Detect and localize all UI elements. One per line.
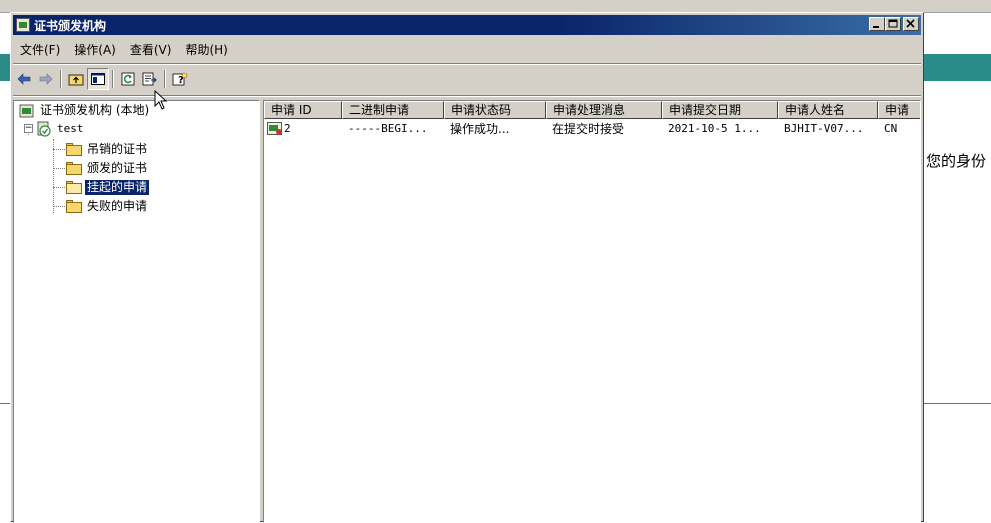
table-row[interactable]: 2 -----BEGI... 操作成功... 在提交时接受 2021-10-5 … (264, 120, 920, 137)
cell-submitted-date: 2021-10-5 1... (668, 122, 761, 135)
certificate-authority-window: 证书颁发机构 文件(F) 操作(A) 查看(V) 帮助(H) ? 证书颁发机构 … (10, 12, 924, 523)
tree-item-label: test (57, 122, 84, 135)
maximize-button[interactable] (885, 17, 901, 31)
cell-request-id: 2 (264, 121, 342, 136)
menu-help[interactable]: 帮助(H) (178, 41, 234, 58)
ca-server-icon (36, 121, 52, 137)
tree-root[interactable]: 证书颁发机构 (本地) (19, 102, 151, 119)
folder-icon (66, 143, 82, 156)
app-icon (16, 18, 30, 32)
refresh-icon[interactable] (117, 68, 139, 90)
tree-item-pending[interactable]: 挂起的申请 (66, 179, 150, 196)
cell-binary-request: -----BEGI... (348, 122, 428, 135)
toolbar-divider (13, 95, 921, 97)
tree-item-failed[interactable]: 失败的申请 (66, 198, 149, 215)
column-header-disposition-message[interactable]: 申请处理消息 (546, 101, 662, 119)
tree-item-test[interactable]: − test (24, 120, 86, 137)
menu-action[interactable]: 操作(A) (67, 41, 123, 58)
help-icon[interactable]: ? (169, 68, 191, 90)
tree-item-label: 失败的申请 (87, 199, 148, 213)
mouse-cursor-icon (154, 90, 168, 110)
column-header-binary-request[interactable]: 二进制申请 (342, 101, 444, 119)
menu-view[interactable]: 查看(V) (123, 41, 179, 58)
toolbar: ? (13, 66, 191, 92)
tree-root-label: 证书颁发机构 (本地) (40, 103, 150, 117)
cell-requester-name: BJHIT-V07... (784, 122, 864, 135)
page-banner-left (0, 54, 10, 81)
collapse-toggle[interactable]: − (24, 124, 33, 133)
cell-disposition-message: 在提交时接受 (552, 122, 625, 136)
tree-connector (53, 206, 65, 207)
tree-connector (53, 149, 65, 150)
list-pane: 申请 ID 二进制申请 申请状态码 申请处理消息 申请提交日期 申请人姓名 申请… (263, 100, 921, 523)
toolbar-separator (164, 70, 166, 88)
back-arrow-icon[interactable] (13, 68, 35, 90)
toolbar-separator (112, 70, 114, 88)
pending-request-icon (267, 121, 283, 136)
title-bar[interactable]: 证书颁发机构 (13, 15, 921, 35)
export-list-icon[interactable] (139, 68, 161, 90)
column-header-status-code[interactable]: 申请状态码 (444, 101, 546, 119)
column-header-submitted-date[interactable]: 申请提交日期 (662, 101, 778, 119)
folder-icon (66, 200, 82, 213)
menu-separator (13, 63, 921, 65)
tree-item-label: 颁发的证书 (87, 161, 148, 175)
menu-file[interactable]: 文件(F) (13, 41, 67, 58)
cell-request-extra: CN (884, 122, 898, 135)
page-banner-right (924, 54, 991, 81)
tree-item-issued[interactable]: 颁发的证书 (66, 160, 149, 177)
tree-connector (53, 139, 54, 213)
cell-status-code: 操作成功... (450, 122, 510, 136)
menu-bar: 文件(F) 操作(A) 查看(V) 帮助(H) (13, 39, 235, 59)
page-rule-right (924, 403, 991, 404)
column-header-request-id[interactable]: 申请 ID (264, 101, 342, 119)
console-root-icon (19, 103, 35, 119)
forward-arrow-icon[interactable] (35, 68, 57, 90)
page-rule-left (0, 403, 10, 404)
open-folder-icon (66, 181, 82, 194)
tree-connector (53, 168, 65, 169)
tree-item-label: 吊销的证书 (87, 142, 148, 156)
close-button[interactable] (903, 17, 919, 31)
tree-pane: 证书颁发机构 (本地) − test 吊销的证书 颁发的证书 挂起的申请 失败的… (13, 100, 260, 523)
column-header-requester-name[interactable]: 申请人姓名 (778, 101, 878, 119)
background-page-text: 您的身份 (926, 152, 987, 170)
tree-item-revoked[interactable]: 吊销的证书 (66, 141, 149, 158)
tree-item-label: 挂起的申请 (85, 180, 150, 195)
tree-connector (53, 187, 65, 188)
folder-icon (66, 162, 82, 175)
toolbar-separator (60, 70, 62, 88)
window-title: 证书颁发机构 (34, 18, 107, 33)
column-header-row: 申请 ID 二进制申请 申请状态码 申请处理消息 申请提交日期 申请人姓名 申请 (264, 101, 920, 119)
show-hide-tree-icon[interactable] (87, 68, 109, 90)
up-folder-icon[interactable] (65, 68, 87, 90)
minimize-button[interactable] (869, 17, 885, 31)
column-header-request-extra[interactable]: 申请 (878, 101, 920, 119)
